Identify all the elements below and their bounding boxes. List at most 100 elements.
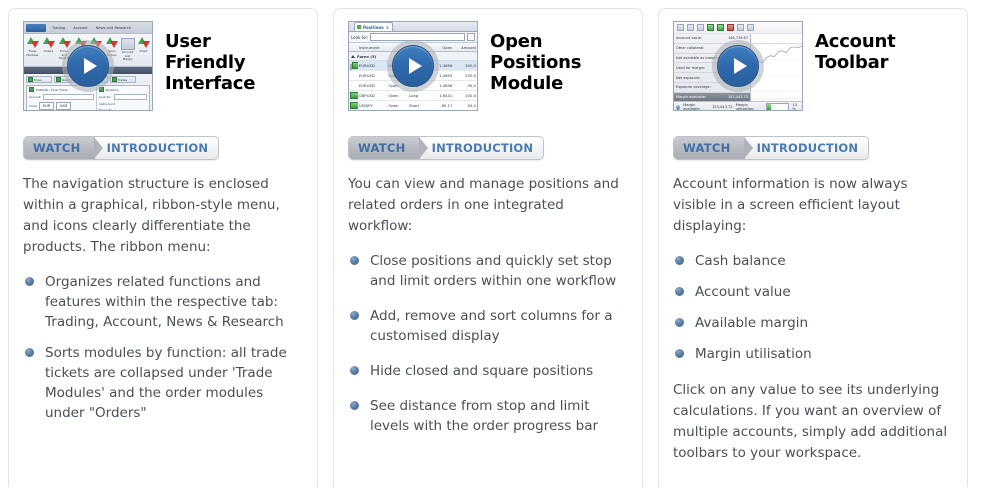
- feature-panels-board: Trading Account News and Research Trade …: [0, 0, 987, 503]
- mock-tab-news: News and Research: [95, 25, 131, 30]
- panel-outro-text: Click on any value to see its underlying…: [673, 382, 948, 461]
- cell-instrument: EURUSD: [358, 83, 375, 88]
- lookfor-checkbox: [467, 33, 475, 41]
- mock-tab-row: Positions ×: [349, 22, 477, 32]
- column-header: Amount: [461, 44, 476, 50]
- column-header: Instrument: [358, 44, 380, 50]
- panel-bullet-list: Organizes related functions and features…: [23, 272, 303, 423]
- cell-amount: 50,0: [467, 103, 476, 108]
- mock-pane-row: Look for:: [99, 94, 147, 100]
- value-label: Other collateral:: [676, 46, 705, 51]
- field-input: [42, 94, 94, 100]
- chart-icon: [137, 36, 151, 49]
- cell-status: Open: [388, 103, 399, 108]
- chip-label: Forex: [34, 77, 42, 82]
- mock-pane-row: Instrument: [99, 102, 147, 106]
- close-icon: ×: [385, 24, 390, 30]
- margin-utilisation-gauge: [765, 103, 790, 110]
- currency-left: EUR: [38, 102, 54, 110]
- cell-status: Open: [388, 93, 399, 98]
- mock-chip: Trades: [110, 76, 136, 83]
- mock-tab-account: Account: [73, 25, 88, 30]
- play-button-overlay[interactable]: [62, 40, 114, 92]
- row-label: Forex (5): [98, 108, 112, 110]
- watch-introduction-button[interactable]: WATCH INTRODUCTION: [673, 136, 870, 160]
- toolbar-icon: [737, 24, 744, 31]
- positions-icon: [357, 25, 361, 29]
- play-button[interactable]: [392, 45, 434, 87]
- list-item: Close positions and quickly set stop and…: [348, 251, 628, 291]
- play-button[interactable]: [67, 45, 109, 87]
- field-label: Account: [29, 95, 41, 99]
- value-label: Account value:: [676, 36, 702, 41]
- toolbar-icon-green: [707, 24, 714, 31]
- cell-amount: 50,0: [467, 83, 476, 88]
- ribbon-item: Orders: [41, 36, 56, 66]
- cell-side: Short: [409, 103, 420, 108]
- panel-bullet-list: Close positions and quickly set stop and…: [348, 251, 628, 436]
- trade-arrows-icon: [105, 36, 119, 49]
- toolbar-icon-green: [717, 24, 724, 31]
- status-margin-value: 153,443.72: [712, 105, 733, 109]
- mock-status-bar: Margin available: 153,443.72 Margin util…: [674, 101, 802, 110]
- play-triangle-icon: [83, 58, 97, 74]
- mock-chip: Forex: [26, 76, 52, 83]
- app-menu-button-icon: [26, 23, 46, 32]
- panel-header: Positions × Look for: Instrument Open Am…: [348, 21, 628, 121]
- mock-pane-title: Positions: [98, 87, 147, 92]
- mock-tab-positions: Positions ×: [354, 22, 394, 31]
- group-label: Forex (5): [357, 53, 377, 59]
- row-label: Look for:: [98, 95, 112, 99]
- cell-amount: 300,0: [465, 63, 476, 68]
- list-item: Add, remove and sort columns for a custo…: [348, 306, 628, 346]
- list-item: Organizes related functions and features…: [23, 272, 303, 332]
- row-select: [349, 61, 358, 70]
- list-item: Margin utilisation: [673, 344, 953, 364]
- video-thumbnail-account-toolbar[interactable]: Account value: 146,739.67 Other collatera…: [673, 21, 803, 111]
- flag-icon: [350, 101, 358, 109]
- play-button-overlay[interactable]: [387, 40, 439, 92]
- cell-amount: 100,0: [465, 93, 476, 98]
- toolbar-icon: [747, 24, 754, 31]
- panel-intro-text: Account information is now always visibl…: [673, 176, 908, 234]
- mock-field-cross: Cross EUR USD: [29, 102, 94, 110]
- toolbar-icon-red: [727, 24, 734, 31]
- tab-label: Positions: [363, 24, 384, 30]
- cell-open: 80.17: [441, 103, 453, 108]
- toolbar-icon: [687, 24, 694, 31]
- panel-open-positions-module: Positions × Look for: Instrument Open Am…: [333, 8, 643, 487]
- status-margin-label: Margin available:: [683, 103, 701, 110]
- list-item: Hide closed and square positions: [348, 361, 628, 381]
- panel-header: Trading Account News and Research Trade …: [23, 21, 303, 121]
- status-utilisation-value: 13 %: [792, 103, 797, 110]
- ribbon-item-label: Trade Modules: [26, 49, 39, 57]
- video-thumbnail-positions-table[interactable]: Positions × Look for: Instrument Open Am…: [348, 21, 478, 111]
- list-item: Cash balance: [673, 251, 953, 271]
- pane-title-label: Positions: [105, 87, 119, 92]
- introduction-label: INTRODUCTION: [756, 141, 859, 155]
- flag-icon: [350, 91, 358, 99]
- table-row: GBPUSD Open Long 1.6441 100,0: [349, 91, 477, 101]
- panel-bullet-list: Cash balance Account value Available mar…: [673, 251, 953, 364]
- introduction-label: INTRODUCTION: [431, 141, 534, 155]
- ribbon-item: Chart: [136, 36, 151, 66]
- play-triangle-icon: [733, 58, 747, 74]
- watch-introduction-button[interactable]: WATCH INTRODUCTION: [23, 136, 220, 160]
- video-thumbnail-ribbon-ui[interactable]: Trading Account News and Research Trade …: [23, 21, 153, 111]
- mock-titlebar: Trading Account News and Research: [24, 22, 152, 34]
- panel-title: Open Positions Module: [490, 31, 582, 94]
- watch-label: WATCH: [674, 137, 745, 159]
- cell-side: Long: [409, 93, 419, 98]
- introduction-label: INTRODUCTION: [106, 141, 209, 155]
- status-utilisation-label: Margin utilisation:: [735, 103, 755, 110]
- mock-field-account: Account: [29, 94, 94, 100]
- panel-header: Account value: 146,739.67 Other collatera…: [673, 21, 953, 121]
- cell-instrument: USDJPY: [358, 103, 373, 108]
- play-button[interactable]: [717, 45, 759, 87]
- ribbon-item: Trade Modules: [25, 36, 40, 66]
- mock-tabs: Trading Account News and Research: [52, 26, 131, 30]
- cell-amount: 250,0: [465, 73, 476, 78]
- chip-label: Trades: [118, 77, 128, 82]
- play-button-overlay[interactable]: [712, 40, 764, 92]
- watch-introduction-button[interactable]: WATCH INTRODUCTION: [348, 136, 545, 160]
